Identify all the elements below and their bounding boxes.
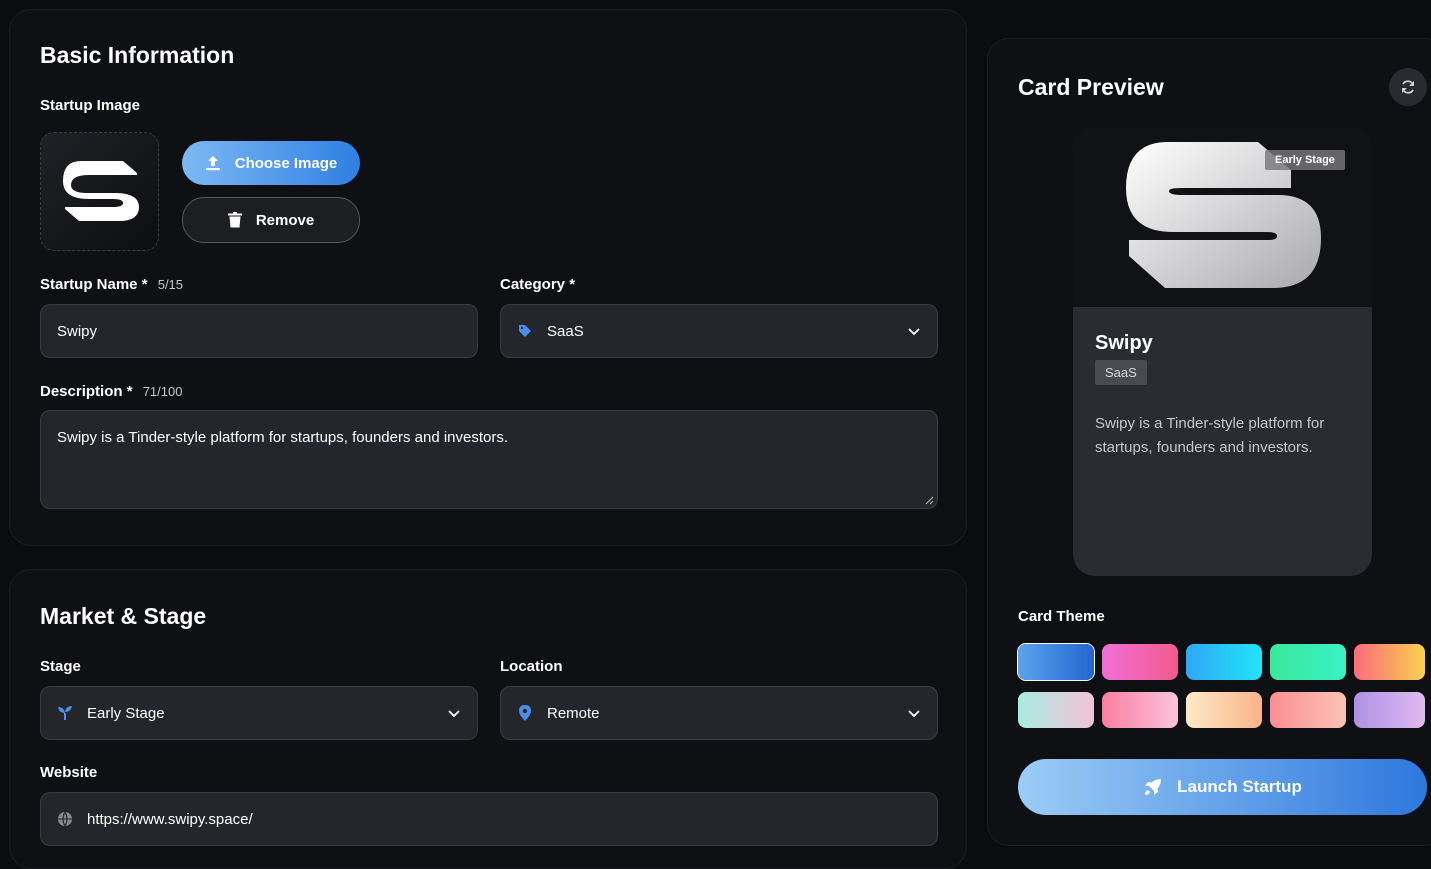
upload-icon (205, 156, 220, 171)
startup-image-thumbnail[interactable] (40, 132, 159, 251)
basic-information-title: Basic Information (40, 42, 235, 68)
category-label: Category * (500, 276, 575, 293)
globe-icon (57, 811, 73, 827)
theme-swatch-peach[interactable] (1186, 692, 1262, 728)
refresh-preview-button[interactable] (1389, 68, 1427, 106)
card-theme-label: Card Theme (1018, 608, 1105, 625)
stage-label: Stage (40, 658, 81, 675)
startup-name-value: Swipy (57, 322, 98, 340)
card-category-tag: SaaS (1095, 360, 1147, 385)
description-label: Description * 71/100 (40, 383, 182, 400)
theme-swatch-mint-pink[interactable] (1018, 692, 1094, 728)
required-mark: * (126, 383, 133, 400)
startup-name-input[interactable]: Swipy (40, 304, 478, 358)
choose-image-label: Choose Image (234, 154, 338, 172)
stage-value: Early Stage (87, 704, 165, 722)
card-preview-title: Card Preview (1018, 74, 1164, 100)
card-description: Swipy is a Tinder-style platform for sta… (1095, 415, 1325, 456)
description-label-text: Description (40, 383, 123, 400)
description-counter: 71/100 (142, 384, 183, 399)
sprout-icon (57, 705, 73, 721)
location-select[interactable]: Remote (500, 686, 938, 740)
stage-select[interactable]: Early Stage (40, 686, 478, 740)
required-mark: * (569, 276, 576, 293)
theme-swatch-blue[interactable] (1018, 644, 1094, 680)
resize-handle-icon[interactable] (924, 495, 934, 505)
remove-label: Remove (255, 211, 315, 229)
card-cover-image: Early Stage (1073, 128, 1372, 307)
category-value: SaaS (547, 322, 584, 340)
location-value: Remote (547, 704, 600, 722)
card-startup-name: Swipy (1095, 332, 1153, 354)
remove-image-button[interactable]: Remove (182, 197, 360, 243)
theme-swatch-lavender[interactable] (1354, 692, 1425, 728)
market-stage-title: Market & Stage (40, 603, 207, 629)
description-textarea[interactable]: Swipy is a Tinder-style platform for sta… (40, 410, 938, 509)
trash-icon (227, 212, 242, 228)
website-input[interactable]: https://www.swipy.space/ (40, 792, 938, 846)
startup-image-label: Startup Image (40, 97, 141, 114)
chevron-down-icon (908, 710, 920, 718)
theme-swatch-pink-magenta[interactable] (1102, 644, 1178, 680)
startup-name-label-text: Startup Name (40, 276, 138, 293)
required-mark: * (141, 276, 148, 293)
website-value: https://www.swipy.space/ (87, 810, 253, 828)
chevron-down-icon (908, 328, 920, 336)
website-label: Website (40, 764, 98, 781)
swipy-logo-icon (63, 161, 139, 221)
rocket-icon (1145, 779, 1162, 795)
category-select[interactable]: SaaS (500, 304, 938, 358)
tag-icon (517, 323, 533, 339)
launch-startup-button[interactable]: Launch Startup (1018, 759, 1427, 815)
description-value: Swipy is a Tinder-style platform for sta… (57, 429, 509, 446)
theme-swatch-orange[interactable] (1354, 644, 1425, 680)
startup-name-counter: 5/15 (157, 277, 184, 292)
category-label-text: Category (500, 276, 566, 293)
choose-image-button[interactable]: Choose Image (182, 141, 360, 185)
theme-swatch-cyan[interactable] (1186, 644, 1262, 680)
theme-swatch-green[interactable] (1270, 644, 1346, 680)
location-label: Location (500, 658, 563, 675)
stage-badge: Early Stage (1265, 150, 1345, 170)
refresh-icon (1402, 80, 1414, 94)
chevron-down-icon (448, 710, 460, 718)
launch-startup-label: Launch Startup (1177, 777, 1302, 796)
theme-swatch-rose[interactable] (1102, 692, 1178, 728)
theme-swatch-salmon[interactable] (1270, 692, 1346, 728)
startup-name-label: Startup Name * 5/15 (40, 276, 183, 293)
map-pin-icon (517, 705, 533, 721)
startup-card-preview: Early Stage Swipy SaaS Swipy is a Tinder… (1073, 128, 1372, 576)
